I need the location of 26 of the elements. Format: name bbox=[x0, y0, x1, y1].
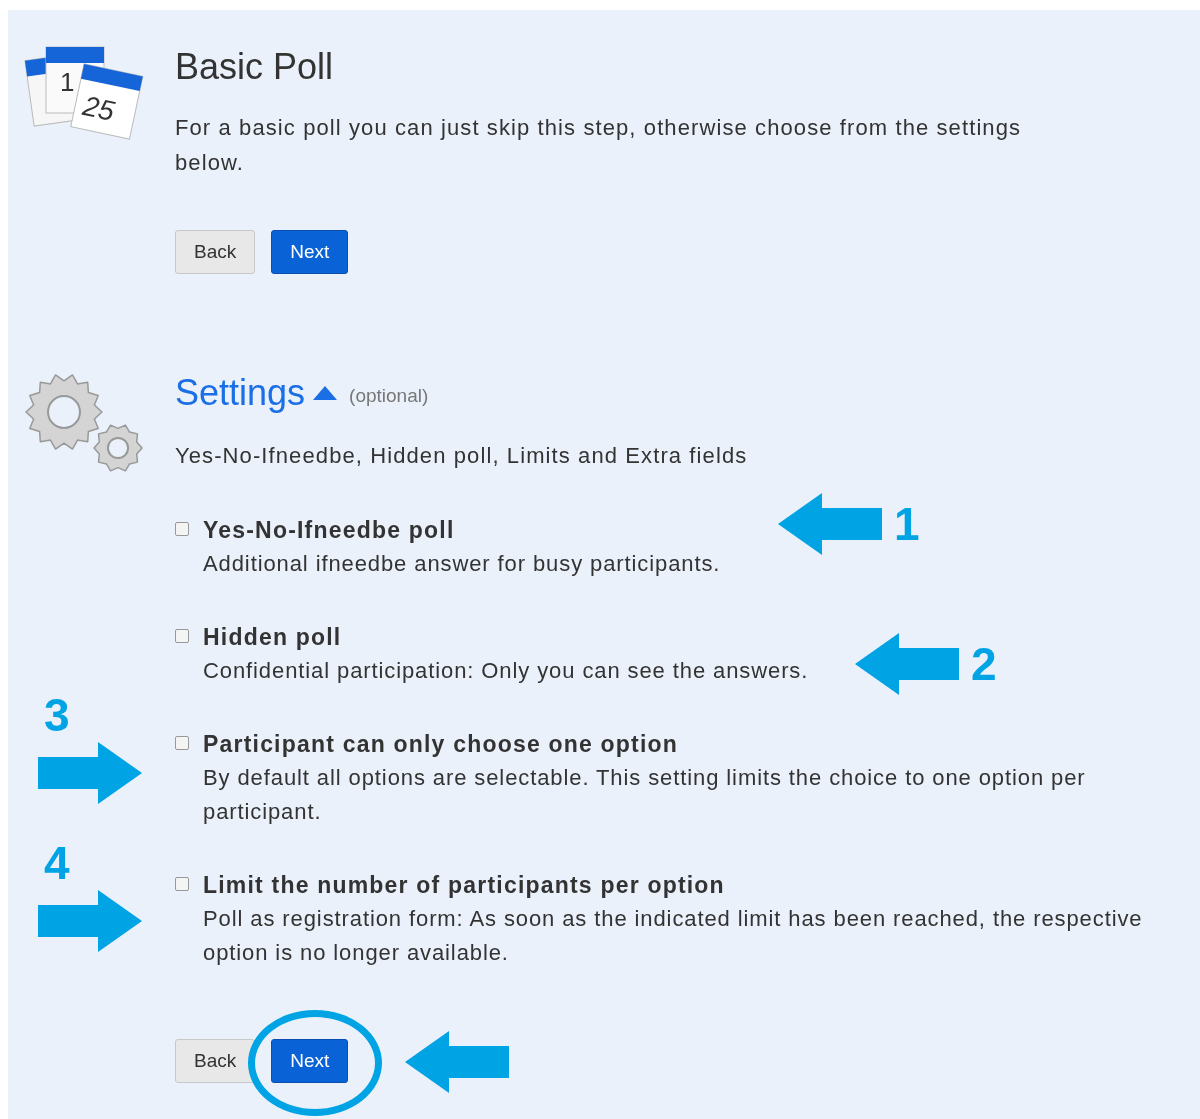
annotation-number: 2 bbox=[971, 641, 997, 687]
settings-toggle[interactable]: Settings bbox=[175, 372, 338, 414]
annotation-number: 1 bbox=[894, 501, 920, 547]
option-checkbox[interactable] bbox=[175, 736, 189, 750]
settings-summary: Yes-No-Ifneedbe, Hidden poll, Limits and Extra fields bbox=[175, 442, 749, 470]
option-description: Confidential participation: Only you can see the answers. bbox=[203, 657, 809, 685]
annotation-number: 3 bbox=[44, 692, 70, 738]
poll-description: For a basic poll you can just skip this step, otherwise choose from the settings below. bbox=[175, 114, 1023, 177]
back-button[interactable]: Back bbox=[175, 230, 256, 274]
option-checkbox[interactable] bbox=[175, 877, 189, 891]
next-button[interactable]: Next bbox=[271, 1039, 349, 1083]
next-button[interactable]: Next bbox=[271, 230, 349, 274]
option-title: Hidden poll bbox=[203, 623, 342, 652]
option-title: Limit the number of participants per option bbox=[203, 871, 725, 900]
option-description: Additional ifneedbe answer for busy participants. bbox=[203, 550, 721, 578]
option-title: Participant can only choose one option bbox=[203, 730, 678, 759]
back-button[interactable]: Back bbox=[175, 1039, 256, 1083]
option-description: By default all options are selectable. This setting limits the choice to one option per participant. bbox=[203, 764, 1087, 826]
option-description: Poll as registration form: As soon as the indicated limit has been reached, the respective option is no longer available. bbox=[203, 905, 1144, 967]
optional-note: (optional) bbox=[349, 383, 429, 408]
annotation-number: 4 bbox=[44, 840, 70, 886]
option-title: Yes-No-Ifneedbe poll bbox=[203, 516, 455, 545]
poll-title: Basic Poll bbox=[175, 46, 335, 88]
option-checkbox[interactable] bbox=[175, 629, 189, 643]
triangle-icon bbox=[313, 386, 338, 400]
option-checkbox[interactable] bbox=[175, 522, 189, 536]
